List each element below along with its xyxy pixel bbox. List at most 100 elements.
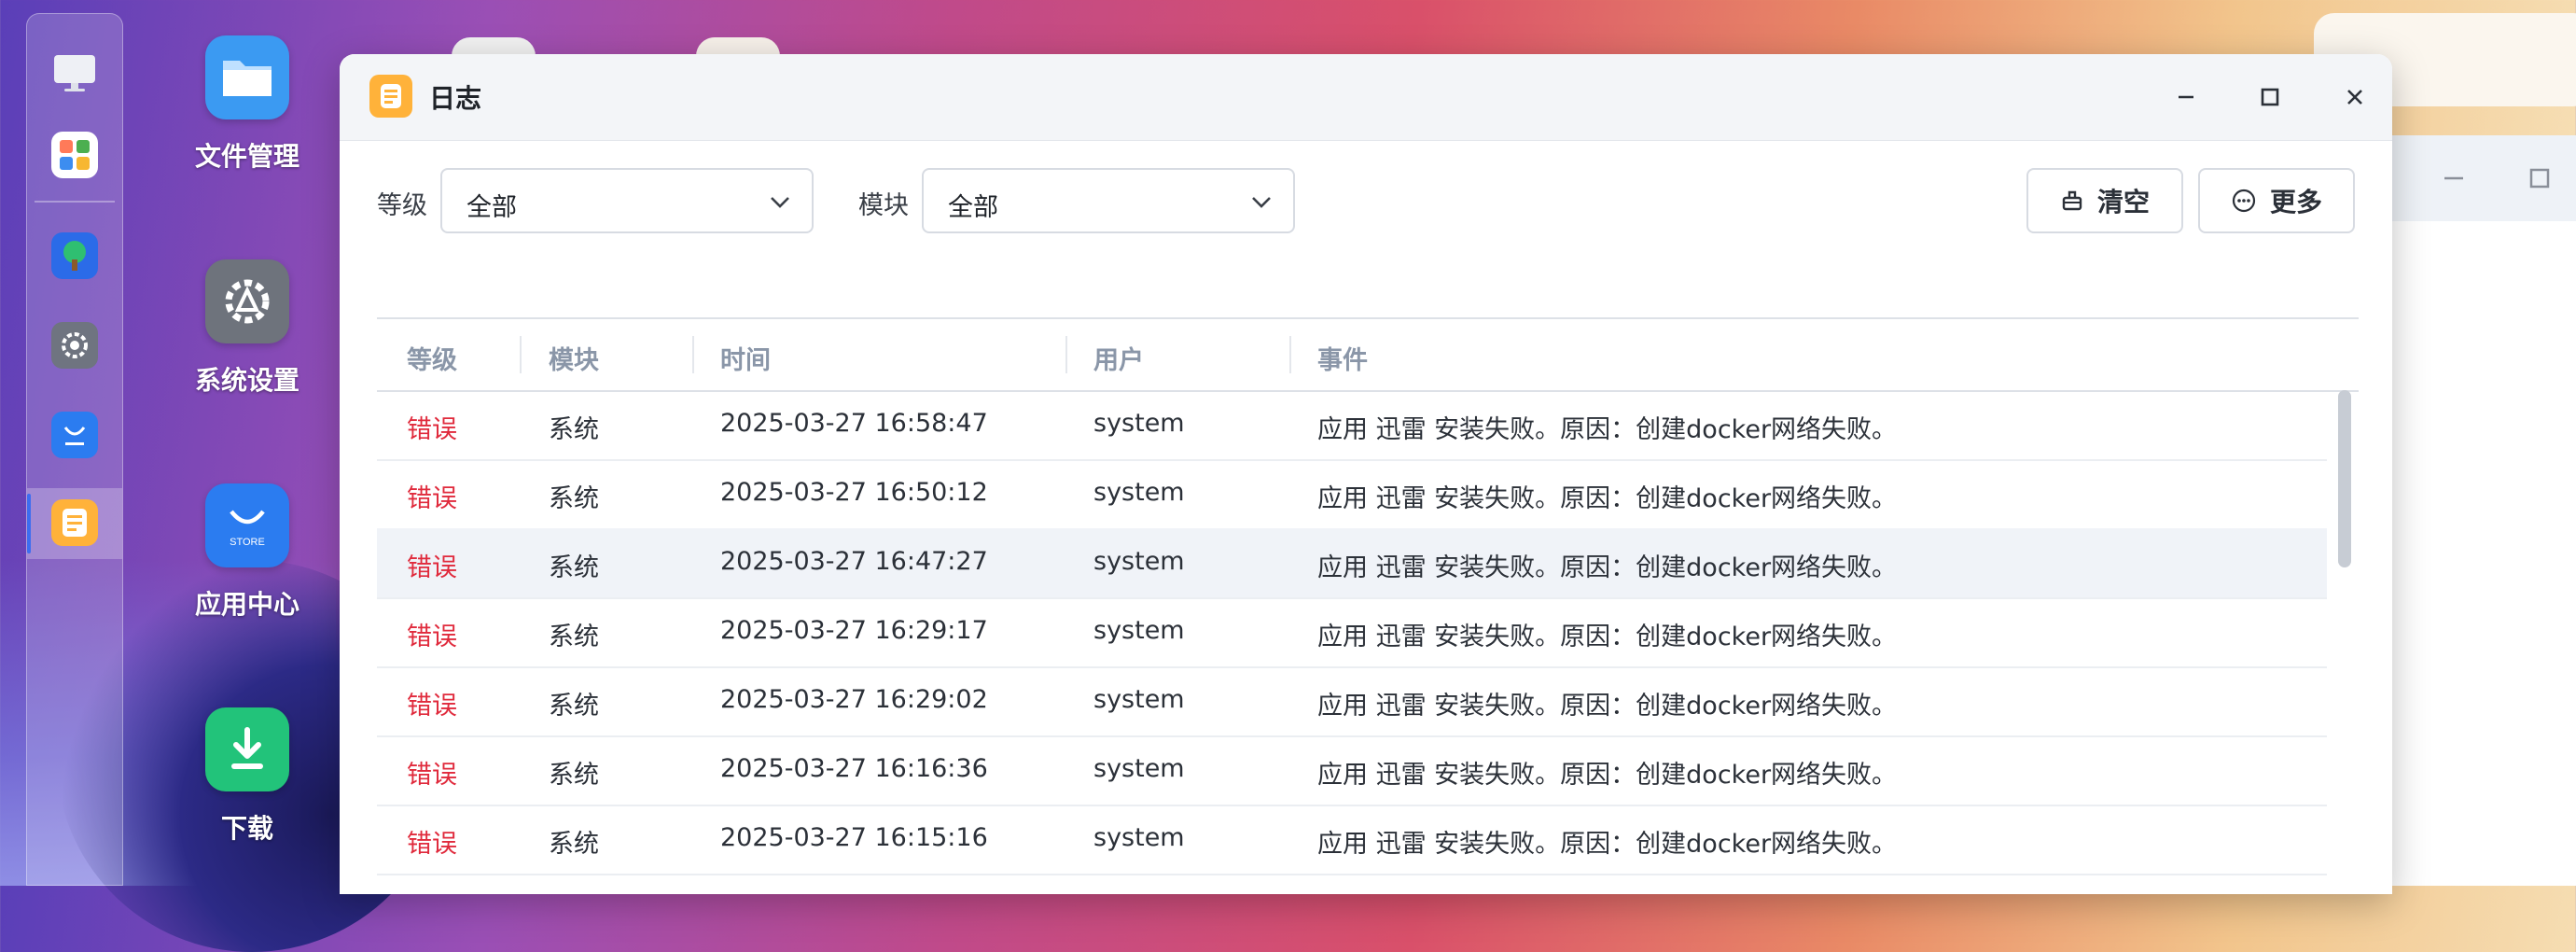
column-header-module[interactable]: 模块	[549, 340, 599, 376]
close-icon	[2347, 90, 2362, 105]
cell-module: 系统	[549, 415, 599, 444]
clear-button-label: 清空	[2096, 187, 2150, 217]
desktop-icon-system-settings[interactable]: 系统设置	[177, 259, 317, 398]
cell-level: 错误	[407, 415, 457, 444]
table-row[interactable]: 错误 系统 2025-03-27 16:12:46 system 应用 迅雷 安装失败。…	[377, 874, 2327, 894]
desktop-icon-label: 下载	[220, 813, 273, 844]
table-row[interactable]: 错误 系统 2025-03-27 16:50:12 system 应用 迅雷 安装失败。…	[377, 459, 2327, 530]
cell-user: system	[1093, 823, 1185, 852]
cell-time: 2025-03-27 16:47:27	[720, 547, 988, 576]
column-header-time[interactable]: 时间	[720, 340, 771, 376]
cell-event: 应用 迅雷 安装失败。原因：创建docker网络失败。	[1317, 553, 1898, 582]
cell-event: 应用 迅雷 安装失败。原因：创建docker网络失败。	[1317, 623, 1898, 651]
cell-user: system	[1093, 685, 1185, 714]
cell-time: 2025-03-27 16:16:36	[720, 754, 988, 783]
dock-item-settings[interactable]	[51, 322, 98, 369]
clear-button[interactable]: 清空	[2026, 168, 2183, 233]
level-filter-select[interactable]: 全部	[440, 168, 814, 233]
column-divider[interactable]	[1289, 336, 1291, 373]
table-row[interactable]: 错误 系统 2025-03-27 16:58:47 system 应用 迅雷 安装失败。…	[377, 390, 2327, 461]
dock-item-monitor[interactable]	[51, 49, 98, 96]
cell-time: 2025-03-27 16:29:02	[720, 685, 988, 714]
column-header-event[interactable]: 事件	[1317, 340, 1368, 376]
close-button[interactable]	[2332, 75, 2377, 119]
desktop-icon-label: 系统设置	[194, 365, 299, 396]
minimize-icon[interactable]	[2435, 160, 2472, 197]
cell-user: system	[1093, 547, 1185, 576]
cell-event: 应用 迅雷 安装失败。原因：创建docker网络失败。	[1317, 484, 1898, 513]
desktop-icon-file-manager[interactable]: 文件管理	[177, 35, 317, 174]
table-header: 等级 模块 时间 用户 事件	[377, 317, 2359, 392]
cell-module: 系统	[549, 892, 599, 894]
cell-time: 2025-03-27 16:50:12	[720, 478, 988, 507]
maximize-icon[interactable]	[2521, 160, 2558, 197]
cell-level: 错误	[407, 892, 457, 894]
level-filter-value: 全部	[466, 193, 517, 222]
broom-icon	[2062, 190, 2082, 211]
download-icon	[231, 727, 263, 769]
cell-event: 应用 迅雷 安装失败。原因：创建docker网络失败。	[1317, 892, 1897, 894]
cell-time: 2025-03-27 16:12:46	[720, 892, 988, 894]
cell-module: 系统	[549, 484, 599, 513]
module-filter-select[interactable]: 全部	[922, 168, 1295, 233]
level-filter-label: 等级	[377, 191, 427, 220]
window-titlebar[interactable]: 日志	[340, 54, 2392, 141]
cell-level: 错误	[407, 553, 457, 582]
svg-text:STORE: STORE	[230, 537, 265, 548]
column-divider[interactable]	[692, 336, 694, 373]
desktop-icon-download[interactable]: 下载	[177, 707, 317, 846]
table-row[interactable]: 错误 系统 2025-03-27 16:15:16 system 应用 迅雷 安装失败。…	[377, 805, 2327, 875]
maximize-icon	[2261, 88, 2279, 106]
store-icon	[63, 427, 86, 445]
cell-module: 系统	[549, 830, 599, 859]
more-button-label: 更多	[2269, 187, 2322, 217]
desktop-icon-label: 应用中心	[194, 589, 299, 620]
cell-user: system	[1093, 892, 1185, 894]
desktop-icon-label: 文件管理	[194, 141, 299, 172]
cell-level: 错误	[407, 761, 457, 790]
table-row[interactable]: 错误 系统 2025-03-27 16:29:02 system 应用 迅雷 安装失败。…	[377, 666, 2327, 737]
folder-icon	[223, 61, 272, 96]
cell-user: system	[1093, 754, 1185, 783]
more-button[interactable]: 更多	[2198, 168, 2355, 233]
cell-module: 系统	[549, 692, 599, 721]
cell-level: 错误	[407, 830, 457, 859]
dock-item-log[interactable]	[51, 499, 98, 546]
gear-icon	[225, 279, 270, 324]
cell-event: 应用 迅雷 安装失败。原因：创建docker网络失败。	[1317, 830, 1898, 859]
cell-user: system	[1093, 616, 1185, 645]
column-header-user[interactable]: 用户	[1093, 340, 1144, 376]
cell-level: 错误	[407, 484, 457, 513]
cell-time: 2025-03-27 16:15:16	[720, 823, 988, 852]
column-divider[interactable]	[520, 336, 522, 373]
cell-event: 应用 迅雷 安装失败。原因：创建docker网络失败。	[1317, 761, 1898, 790]
maximize-button[interactable]	[2248, 75, 2292, 119]
desktop-icon-app-center[interactable]: STORE 应用中心	[177, 483, 317, 622]
dock-item-store[interactable]	[51, 412, 98, 458]
cell-module: 系统	[549, 623, 599, 651]
scrollbar-thumb[interactable]	[2338, 390, 2351, 567]
monitor-icon	[54, 55, 95, 91]
chevron-down-icon	[771, 197, 789, 208]
log-app-icon	[63, 509, 87, 537]
table-row[interactable]: 错误 系统 2025-03-27 16:16:36 system 应用 迅雷 安装失败。…	[377, 735, 2327, 806]
cell-time: 2025-03-27 16:58:47	[720, 409, 988, 438]
column-divider[interactable]	[1065, 336, 1067, 373]
dock	[26, 13, 123, 886]
log-app-icon	[369, 75, 412, 118]
tree-app-icon	[63, 241, 86, 271]
dock-item-tree-app[interactable]	[51, 232, 98, 279]
module-filter-label: 模块	[858, 191, 909, 220]
table-row[interactable]: 错误 系统 2025-03-27 16:47:27 system 应用 迅雷 安装失败。…	[377, 528, 2327, 599]
cell-level: 错误	[407, 623, 457, 651]
table-row[interactable]: 错误 系统 2025-03-27 16:29:17 system 应用 迅雷 安装失败。…	[377, 597, 2327, 668]
cell-module: 系统	[549, 553, 599, 582]
column-header-level[interactable]: 等级	[407, 340, 457, 376]
dock-item-apps[interactable]	[51, 132, 98, 178]
cell-level: 错误	[407, 692, 457, 721]
cell-user: system	[1093, 478, 1185, 507]
cell-event: 应用 迅雷 安装失败。原因：创建docker网络失败。	[1317, 415, 1898, 444]
minimize-icon	[2179, 95, 2193, 99]
minimize-button[interactable]	[2164, 75, 2208, 119]
cell-module: 系统	[549, 761, 599, 790]
